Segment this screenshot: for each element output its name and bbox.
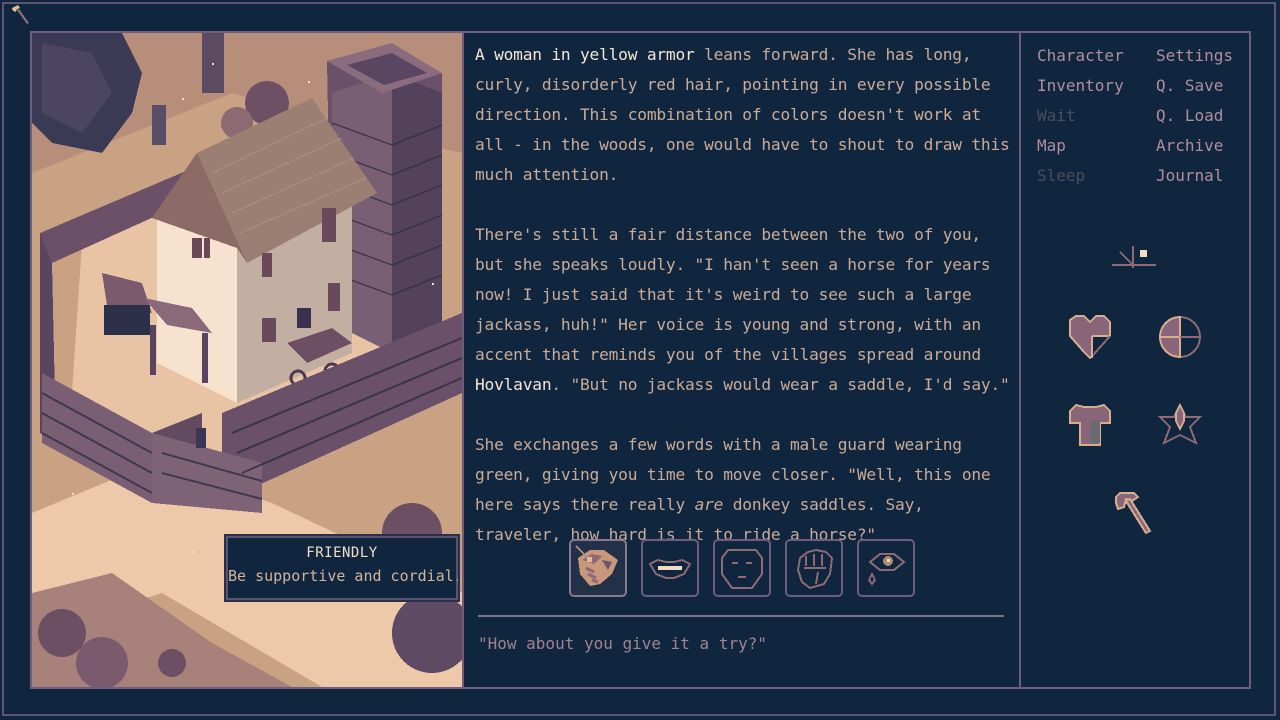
heart-icon[interactable] (1066, 314, 1114, 360)
menu-item-quick-load[interactable]: Q. Load (1156, 101, 1233, 131)
approach-tooltip: FRIENDLY Be supportive and cordial. (224, 534, 462, 602)
narrative-text-span: . "But no jackass would wear a saddle, I… (551, 375, 1010, 394)
narrative-paragraph-2: There's still a fair distance between th… (475, 220, 1015, 400)
neutral-face-icon (721, 549, 763, 589)
narrative-text-span: leans forward. She has long, curly, diso… (475, 45, 1010, 184)
tunic-icon[interactable] (1066, 403, 1114, 449)
main-panel: FRIENDLY Be supportive and cordial. A wo… (30, 31, 1251, 689)
menu-item-character[interactable]: Character (1037, 41, 1124, 71)
choice-neutral-button[interactable] (713, 539, 771, 597)
menu-item-settings[interactable]: Settings (1156, 41, 1233, 71)
scene-illustration: FRIENDLY Be supportive and cordial. (32, 33, 462, 687)
choice-smile-button[interactable] (641, 539, 699, 597)
menu-column-right: Settings Q. Save Q. Load Archive Journal (1156, 41, 1233, 191)
axe-icon[interactable] (1112, 489, 1158, 539)
menu-item-quick-save[interactable]: Q. Save (1156, 71, 1233, 101)
menu-column-left: Character Inventory Wait Map Sleep (1037, 41, 1124, 191)
dialogue-approach-choices (569, 539, 915, 599)
axe-cursor-icon (12, 5, 29, 24)
narrative-text-span: There's still a fair distance between th… (475, 225, 991, 364)
emphasis-text: are (694, 495, 724, 514)
menu-item-archive[interactable]: Archive (1156, 131, 1233, 161)
fist-icon (796, 548, 834, 590)
menu-item-sleep: Sleep (1037, 166, 1086, 185)
menu-item-journal[interactable]: Journal (1156, 161, 1233, 191)
star-icon[interactable] (1156, 403, 1204, 449)
tooltip-title: FRIENDLY (306, 545, 378, 561)
menu-item-wait: Wait (1037, 106, 1076, 125)
character-highlight[interactable]: A woman in yellow armor (475, 45, 695, 64)
sundial-icon[interactable] (1110, 240, 1158, 270)
menu-item-inventory[interactable]: Inventory (1037, 71, 1124, 101)
divider-right (1019, 33, 1021, 687)
narrative-paragraph-1: A woman in yellow armor leans forward. S… (475, 40, 1015, 190)
crying-eye-icon (867, 553, 906, 586)
choice-aggressive-button[interactable] (785, 539, 843, 597)
divider-left (462, 33, 464, 687)
menu-item-map[interactable]: Map (1037, 131, 1124, 161)
narrative-text: A woman in yellow armor leans forward. S… (475, 40, 1015, 580)
place-highlight[interactable]: Hovlavan (475, 375, 552, 394)
dialogue-response-option[interactable]: "How about you give it a try?" (478, 634, 767, 653)
narrative-paragraph-3: She exchanges a few words with a male gu… (475, 430, 1015, 550)
response-divider (478, 615, 1004, 617)
lips-icon (648, 558, 692, 579)
round-meter-icon[interactable] (1156, 314, 1204, 360)
choice-friendly-button[interactable] (569, 539, 627, 597)
choice-sad-button[interactable] (857, 539, 915, 597)
tooltip-description: Be supportive and cordial. (228, 567, 462, 585)
selection-pointer-icon (575, 545, 592, 562)
